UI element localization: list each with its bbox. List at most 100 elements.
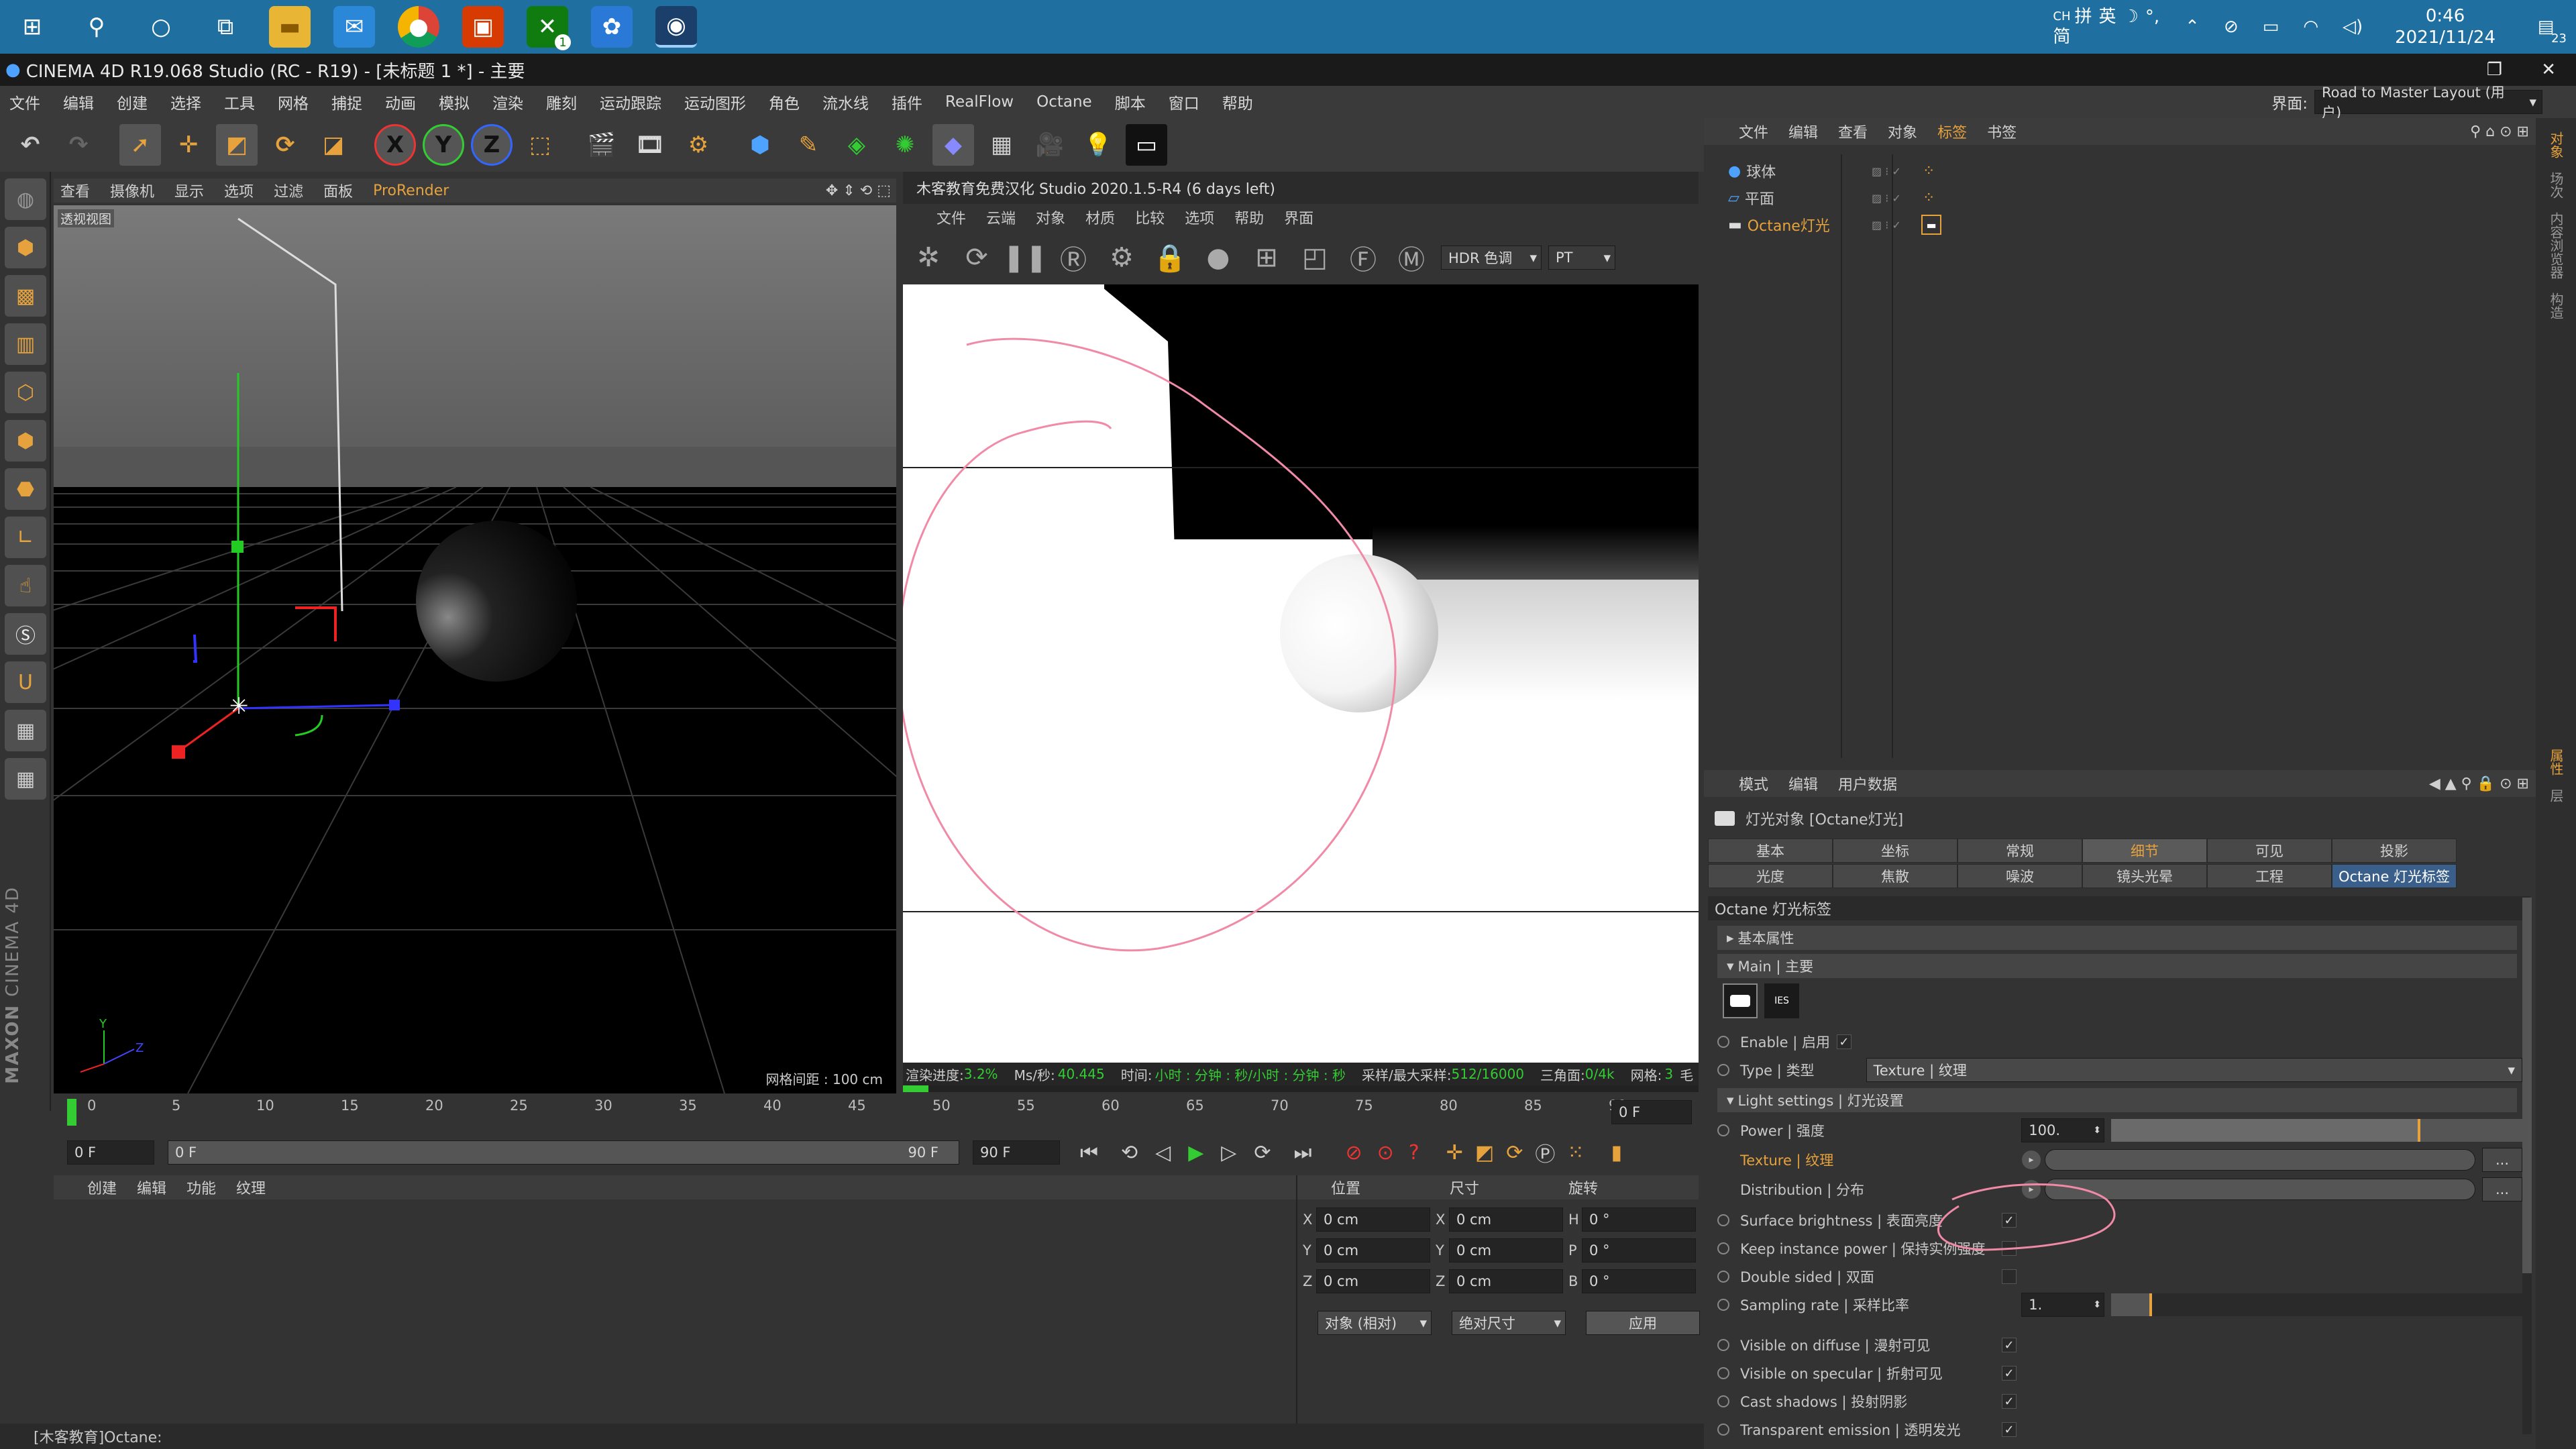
octane-menu-item[interactable]: 材质 xyxy=(1085,207,1115,228)
cloner-icon[interactable]: ✺ xyxy=(884,124,926,166)
sampling-rate-field[interactable]: 1. ⬍ xyxy=(2021,1293,2105,1317)
render-settings-icon[interactable]: ⚙ xyxy=(678,124,719,166)
coord-rot-field[interactable]: 0 ° xyxy=(1582,1208,1696,1232)
menu-item[interactable]: 动画 xyxy=(385,91,416,113)
chevron-up-icon[interactable]: ⌃ xyxy=(2185,17,2200,37)
attr-menu-item[interactable]: 模式 xyxy=(1739,773,1768,794)
timeline-window-icon[interactable]: ▮ xyxy=(1611,1141,1623,1165)
close-button[interactable]: ✕ xyxy=(2541,60,2556,80)
office-icon[interactable]: ▣ xyxy=(462,6,504,48)
scale-icon[interactable]: ◩ xyxy=(216,124,258,166)
viewport-menu-item[interactable]: 过滤 xyxy=(274,180,303,201)
menu-item[interactable]: 角色 xyxy=(769,91,800,113)
keep-instance-checkbox[interactable] xyxy=(2002,1241,2017,1256)
attr-tab[interactable]: 常规 xyxy=(1957,839,2082,863)
menu-item[interactable]: 运动图形 xyxy=(684,91,746,113)
octane-light-tag-icon[interactable]: ▬ xyxy=(1921,215,1941,235)
select-arrow-icon[interactable]: ➚ xyxy=(119,124,161,166)
attr-tab[interactable]: 坐标 xyxy=(1833,839,1957,863)
menu-item[interactable]: 编辑 xyxy=(63,91,94,113)
recent-tool-icon[interactable]: ◪ xyxy=(313,124,354,166)
menu-item[interactable]: 帮助 xyxy=(1222,91,1253,113)
side-tab[interactable]: 场次 xyxy=(2546,172,2566,199)
section-main[interactable]: ▾ Main | 主要 xyxy=(1717,954,2517,978)
object-menu-item[interactable]: 文件 xyxy=(1739,121,1768,142)
attr-nav-icons[interactable]: ◀ ▲ ⚲ 🔒 ⊙ ⊞ xyxy=(2429,775,2529,792)
octane-render-icon[interactable]: ✲ xyxy=(910,239,947,276)
punctuation-icon[interactable]: °, xyxy=(2145,7,2159,27)
side-tab[interactable]: 构造 xyxy=(2546,292,2566,319)
coord-rot-field[interactable]: 0 ° xyxy=(1582,1269,1696,1293)
attr-menu-item[interactable]: 用户数据 xyxy=(1838,773,1897,794)
object-menu-item[interactable]: 书签 xyxy=(1987,121,2017,142)
object-menu-item[interactable]: 编辑 xyxy=(1788,121,1818,142)
tweak-mode-icon[interactable]: ☝ xyxy=(5,565,46,606)
side-tab[interactable]: 对象 xyxy=(2546,131,2566,158)
menu-item[interactable]: 窗口 xyxy=(1169,91,1199,113)
key-rotation-icon[interactable]: ⟳ xyxy=(1506,1141,1523,1165)
next-key-icon[interactable]: ⟳ xyxy=(1254,1141,1271,1165)
axis-mode-icon[interactable]: ∟ xyxy=(5,517,46,558)
ime-pinyin[interactable]: 拼 xyxy=(2075,7,2092,27)
coord-size-field[interactable]: 0 cm xyxy=(1449,1269,1563,1293)
restart-icon[interactable]: ⟳ xyxy=(958,239,996,276)
coord-pos-field[interactable]: 0 cm xyxy=(1316,1208,1430,1232)
coord-size-field[interactable]: 0 cm xyxy=(1449,1238,1563,1263)
hdr-tonemap-select[interactable]: HDR 色调 ▾ xyxy=(1441,246,1542,270)
enable-checkbox[interactable]: ✓ xyxy=(1836,1034,1851,1049)
menu-item[interactable]: 选择 xyxy=(170,91,201,113)
notification-icon[interactable]: ▤ 23 xyxy=(2516,0,2576,54)
camera-icon[interactable]: 🎥 xyxy=(1029,124,1071,166)
undo-icon[interactable]: ↶ xyxy=(9,124,51,166)
distribution-slot[interactable] xyxy=(2045,1179,2475,1200)
edges-mode-icon[interactable]: ⬢ xyxy=(5,420,46,462)
start-frame-field[interactable]: 0 F xyxy=(67,1140,154,1165)
attr-tab[interactable]: 焦散 xyxy=(1833,864,1957,888)
attr-tab[interactable]: 细节 xyxy=(2082,839,2207,863)
material-menu-item[interactable]: 编辑 xyxy=(137,1177,166,1198)
pen-icon[interactable]: ✎ xyxy=(788,124,829,166)
restore-button[interactable]: ❐ xyxy=(2487,60,2502,80)
material-menu-item[interactable]: 创建 xyxy=(87,1177,117,1198)
redo-icon[interactable]: ↷ xyxy=(58,124,99,166)
grid-snap-icon[interactable]: ▦ xyxy=(5,710,46,751)
attr-tab[interactable]: Octane 灯光标签 xyxy=(2332,864,2457,888)
attr-tab[interactable]: 镜头光晕 xyxy=(2082,864,2207,888)
magnet-icon[interactable]: U xyxy=(5,661,46,703)
record-icon[interactable]: ⊘ xyxy=(2224,17,2239,37)
object-manager-icons[interactable]: ⚲ ⌂ ⊙ ⊞ xyxy=(2470,123,2529,140)
light-icon[interactable]: 💡 xyxy=(1077,124,1119,166)
chrome-icon[interactable]: ● xyxy=(398,6,439,48)
sampling-rate-slider[interactable] xyxy=(2111,1293,2522,1316)
texture-link-arrow[interactable]: ▸ xyxy=(2022,1150,2041,1169)
attr-tab[interactable]: 可见 xyxy=(2207,839,2332,863)
locked-workplane-icon[interactable]: ▦ xyxy=(5,758,46,800)
power-field[interactable]: 100. ⬍ xyxy=(2021,1118,2105,1142)
z-axis-icon[interactable]: Z xyxy=(471,124,513,166)
pick-material-icon[interactable]: ◰ xyxy=(1296,239,1334,276)
deformer-icon[interactable]: ◆ xyxy=(932,124,974,166)
attr-tab[interactable]: 噪波 xyxy=(1957,864,2082,888)
ime-simplified[interactable]: 简 xyxy=(2053,27,2070,47)
menu-item[interactable]: 雕刻 xyxy=(546,91,577,113)
double-sided-checkbox[interactable] xyxy=(2002,1269,2017,1284)
menu-item[interactable]: 脚本 xyxy=(1115,91,1146,113)
texture-more-button[interactable]: ... xyxy=(2482,1148,2522,1172)
play-icon[interactable]: ▶ xyxy=(1188,1141,1203,1165)
section-basic[interactable]: ▸ 基本属性 xyxy=(1717,926,2517,950)
go-start-icon[interactable]: ⏮ xyxy=(1080,1141,1098,1165)
texture-slot[interactable] xyxy=(2045,1149,2475,1171)
octane-menu-item[interactable]: 界面 xyxy=(1284,207,1313,228)
snap-icon[interactable]: Ⓢ xyxy=(5,613,46,655)
prev-frame-icon[interactable]: ◁ xyxy=(1155,1141,1171,1165)
coord-size-field[interactable]: 0 cm xyxy=(1449,1208,1563,1232)
search-icon[interactable]: ⚲ xyxy=(76,6,117,48)
menu-item[interactable]: 运动跟踪 xyxy=(600,91,661,113)
texture-mode-icon[interactable]: ▩ xyxy=(5,275,46,317)
coord-rot-field[interactable]: 0 ° xyxy=(1582,1238,1696,1263)
ime-english[interactable]: 英 xyxy=(2099,7,2116,27)
material-menu-item[interactable]: 功能 xyxy=(186,1177,216,1198)
menu-item[interactable]: 捕捉 xyxy=(331,91,362,113)
layout-select[interactable]: Road to Master Layout (用户) ▾ xyxy=(2314,85,2542,121)
attr-tab[interactable]: 投影 xyxy=(2332,839,2457,863)
